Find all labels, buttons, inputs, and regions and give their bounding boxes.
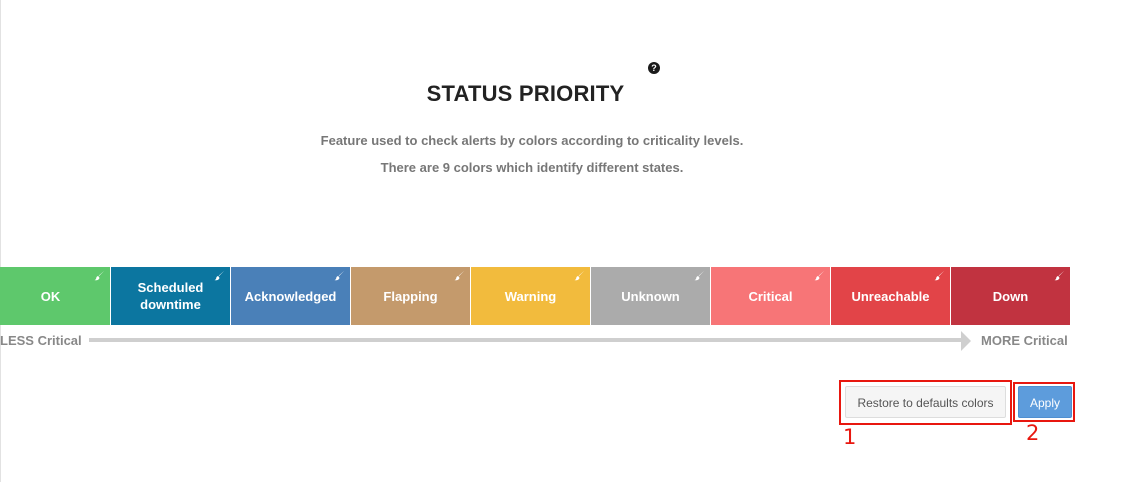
status-label: Scheduled downtime [137, 280, 204, 312]
status-block-acknowledged[interactable]: Acknowledged [231, 267, 350, 325]
status-block-scheduled-downtime[interactable]: Scheduled downtime [111, 267, 230, 325]
criticality-arrow-line [89, 338, 962, 342]
status-block-unreachable[interactable]: Unreachable [831, 267, 950, 325]
criticality-scale: LESS Critical MORE Critical [0, 331, 1122, 351]
brush-icon[interactable] [454, 270, 465, 281]
status-block-unknown[interactable]: Unknown [591, 267, 710, 325]
status-block-down[interactable]: Down [951, 267, 1070, 325]
arrow-right-icon [961, 331, 971, 351]
status-priority-bar: OK Scheduled downtime Acknowledged Flapp… [0, 267, 1070, 325]
status-label: OK [40, 288, 61, 304]
status-label: Acknowledged [244, 288, 337, 304]
status-block-ok[interactable]: OK [0, 267, 110, 325]
brush-icon[interactable] [574, 270, 585, 281]
status-label: Unreachable [851, 288, 930, 304]
description-line-1: Feature used to check alerts by colors a… [320, 133, 744, 148]
brush-icon[interactable] [94, 270, 105, 281]
brush-icon[interactable] [934, 270, 945, 281]
question-circle-icon[interactable]: ? [648, 62, 660, 74]
brush-icon[interactable] [1054, 270, 1065, 281]
less-critical-label: LESS Critical [0, 333, 82, 348]
brush-icon[interactable] [214, 270, 225, 281]
annotation-box-2 [1013, 382, 1075, 422]
annotation-box-1 [839, 380, 1012, 425]
brush-icon[interactable] [814, 270, 825, 281]
status-label: Flapping [383, 288, 438, 304]
status-block-warning[interactable]: Warning [471, 267, 590, 325]
status-label: Critical [748, 288, 793, 304]
brush-icon[interactable] [694, 270, 705, 281]
more-critical-label: MORE Critical [981, 333, 1068, 348]
description-line-2: There are 9 colors which identify differ… [380, 160, 684, 175]
annotation-marker-2: 2 [1026, 421, 1040, 445]
status-label: Unknown [621, 288, 680, 304]
status-label: Down [992, 288, 1029, 304]
status-block-critical[interactable]: Critical [711, 267, 830, 325]
brush-icon[interactable] [334, 270, 345, 281]
annotation-marker-1: 1 [843, 425, 857, 449]
status-label: Warning [504, 288, 557, 304]
panel-left-border [0, 0, 1, 482]
status-block-flapping[interactable]: Flapping [351, 267, 470, 325]
page-title: STATUS PRIORITY [426, 81, 625, 106]
